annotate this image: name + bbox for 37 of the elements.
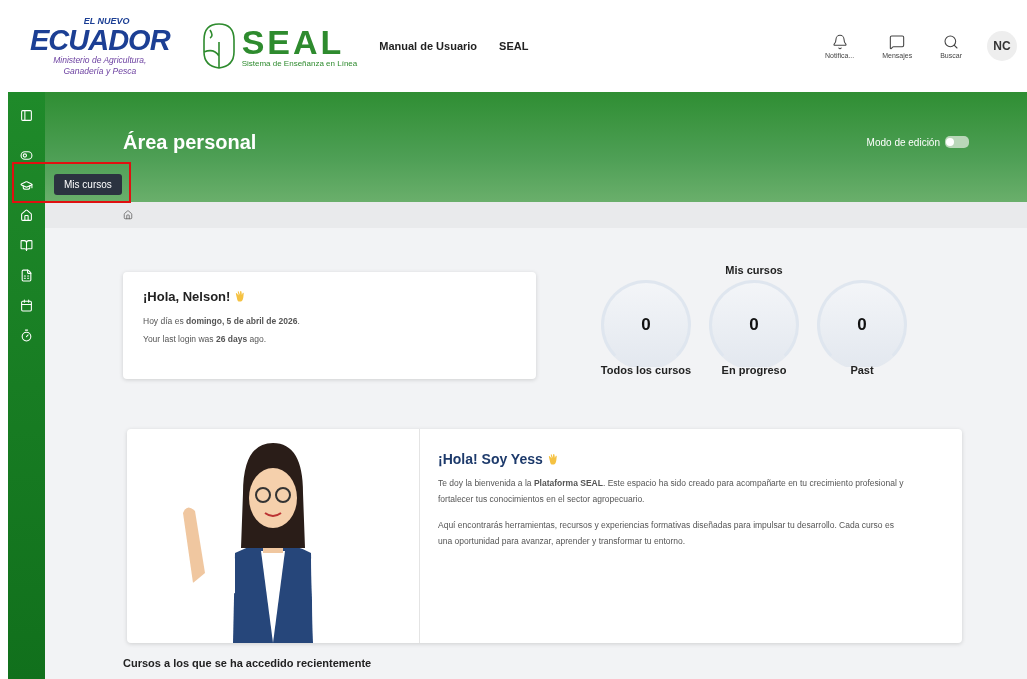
welcome-paragraph: Aquí encontrarás herramientas, recursos y experiencias formativas diseñadas para impulsar tu desarrollo. Cada curso es una oportunidad para avanzar, aprender y transformar tu entorno. [438, 520, 894, 547]
nav-link[interactable]: SEAL [499, 40, 529, 52]
tooltip: Mis cursos [54, 174, 122, 195]
edit-mode-switch[interactable] [945, 136, 969, 148]
welcome-paragraph: Te doy la bienvenida a la Plataforma SEAL. Este espacio ha sido creado para acompañarte en tu crecimiento profesional y fortalecer tus conocimientos en el sector agropecuario. [438, 478, 904, 505]
page-title: Área personal [123, 130, 257, 154]
calendar-icon [20, 298, 33, 312]
greeting-text: Hoy día es domingo, 5 de abril de 2026. [143, 316, 300, 326]
stat-label: En progreso [721, 364, 787, 376]
edit-mode-label: Modo de edición [866, 136, 940, 148]
timer-icon [20, 328, 33, 342]
logo-tagline: EL NUEVO [83, 16, 130, 27]
seal-wordmark: SEAL [241, 24, 346, 59]
home-icon [123, 210, 133, 220]
ministry-name: Ministerio de Agricultura, Ganadería y Pesca [52, 55, 148, 76]
search-icon [943, 33, 960, 50]
leaf-logo-icon [201, 22, 236, 70]
stat-label: Todos los cursos [600, 364, 692, 376]
document-icon [20, 268, 33, 282]
user-avatar[interactable]: NC [987, 31, 1017, 61]
bell-icon [831, 33, 848, 50]
nav-link[interactable]: Manual de Usuario [379, 40, 478, 52]
waving-hand-icon [546, 452, 560, 466]
welcome-title: ¡Hola! Soy Yess [438, 451, 543, 467]
panel-icon [20, 108, 33, 122]
book-icon [20, 238, 33, 252]
graduation-cap-icon [20, 178, 33, 192]
section-title: Mis cursos [725, 264, 783, 276]
chat-icon [889, 33, 906, 50]
home-icon [20, 208, 33, 222]
greeting-text: Your last login was 26 days ago. [143, 334, 267, 344]
seal-subtitle: Sistema de Enseñanza en Línea [241, 58, 358, 68]
greeting-title: ¡Hola, Nelson! [143, 289, 231, 304]
section-heading: Cursos a los que se ha accedido recientemente [123, 657, 373, 669]
logo-wordmark: ECUADOR [30, 26, 170, 56]
stat-label: Past [850, 364, 874, 376]
toggle-icon [20, 148, 33, 162]
